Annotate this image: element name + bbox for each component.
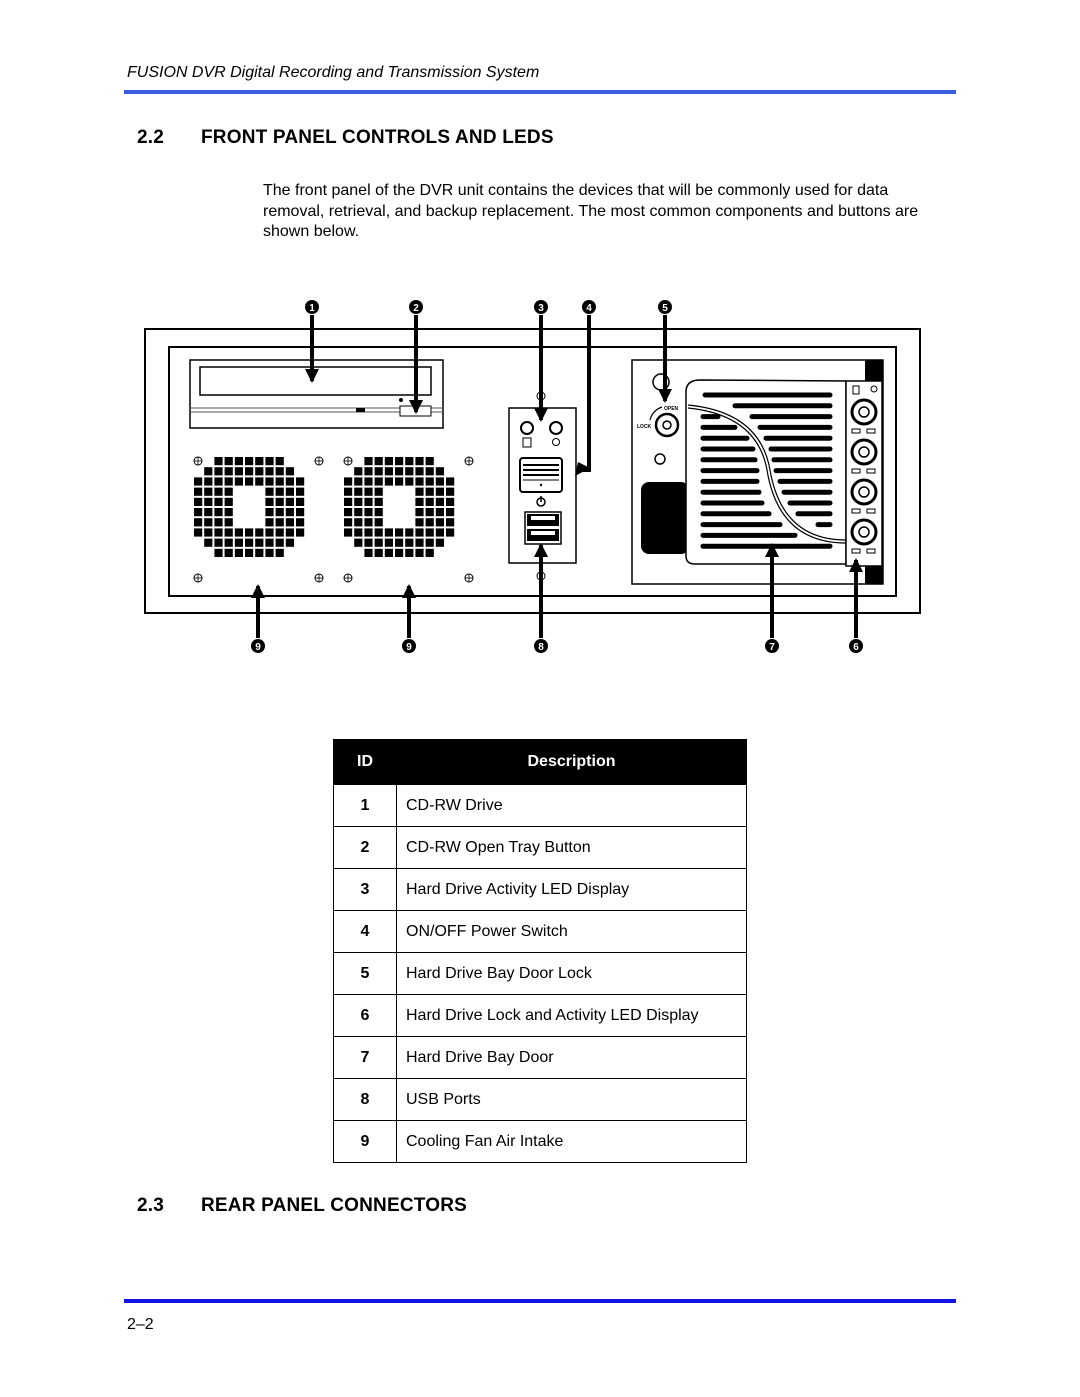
row-description: USB Ports [396, 1078, 747, 1121]
row-id: 2 [333, 826, 397, 869]
section-number: 2.2 [137, 127, 165, 148]
svg-text:1: 1 [309, 303, 315, 314]
front-panel-diagram: OPEN LOCK 1 2 3 4 5 9 9 8 7 6 [144, 300, 921, 653]
header-rule [124, 90, 956, 94]
svg-text:5: 5 [662, 303, 668, 314]
row-id: 4 [333, 910, 397, 953]
component-table: ID Description 1 CD-RW Drive 2 CD-RW Open T… [333, 739, 747, 1163]
svg-text:7: 7 [769, 642, 775, 653]
page-number: 2–2 [127, 1316, 154, 1333]
row-description: Cooling Fan Air Intake [396, 1120, 747, 1163]
callout-badge: 8 [534, 639, 548, 653]
running-header: FUSION DVR Digital Recording and Transmi… [127, 64, 540, 81]
table-row: 3 Hard Drive Activity LED Display [333, 868, 747, 911]
table-row: 4 ON/OFF Power Switch [333, 910, 747, 953]
table-row: 6 Hard Drive Lock and Activity LED Displa… [333, 994, 747, 1037]
row-description: Hard Drive Bay Door Lock [396, 952, 747, 995]
table-row: 1 CD-RW Drive [333, 784, 747, 827]
hdd-led [520, 421, 534, 435]
row-description: CD-RW Open Tray Button [396, 826, 747, 869]
row-description: Hard Drive Bay Door [396, 1036, 747, 1079]
row-id: 3 [333, 868, 397, 911]
lock-label: LOCK [637, 424, 652, 430]
section-heading-front-panel: 2.2 FRONT PANEL CONTROLS AND LEDS [137, 127, 554, 149]
section-heading-rear-panel: 2.3 REAR PANEL CONNECTORS [137, 1195, 467, 1217]
table-header-description: Description [396, 739, 747, 785]
row-id: 8 [333, 1078, 397, 1121]
row-id: 5 [333, 952, 397, 995]
callout-badge: 5 [658, 300, 672, 314]
svg-text:8: 8 [538, 642, 544, 653]
callout-badge: 3 [534, 300, 548, 314]
bay-door-lock [654, 412, 680, 438]
row-description: Hard Drive Activity LED Display [396, 868, 747, 911]
table-row: 5 Hard Drive Bay Door Lock [333, 952, 747, 995]
fan-grille-left [193, 456, 324, 583]
svg-text:3: 3 [538, 303, 544, 314]
callout-badge: 6 [849, 639, 863, 653]
row-description: CD-RW Drive [396, 784, 747, 827]
row-id: 9 [333, 1120, 397, 1163]
callout-badge: 2 [409, 300, 423, 314]
table-row: 8 USB Ports [333, 1078, 747, 1121]
svg-text:2: 2 [413, 303, 419, 314]
callout-badge: 9 [402, 639, 416, 653]
row-id: 7 [333, 1036, 397, 1079]
power-led [549, 421, 563, 435]
section-title: FRONT PANEL CONTROLS AND LEDS [201, 127, 554, 148]
callout-badge: 7 [765, 639, 779, 653]
svg-text:9: 9 [406, 642, 412, 653]
svg-text:6: 6 [853, 642, 859, 653]
svg-text:4: 4 [586, 303, 592, 314]
intro-paragraph: The front panel of the DVR unit contains… [263, 182, 919, 240]
callout-badge: 4 [582, 300, 596, 314]
fan-grille-right [343, 456, 474, 583]
section-number: 2.3 [137, 1195, 165, 1216]
table-row: 7 Hard Drive Bay Door [333, 1036, 747, 1079]
row-id: 6 [333, 994, 397, 1037]
callout-badge: 9 [251, 639, 265, 653]
callout-badge: 1 [305, 300, 319, 314]
row-description: ON/OFF Power Switch [396, 910, 747, 953]
section-title: REAR PANEL CONNECTORS [201, 1195, 468, 1216]
footer-rule [124, 1299, 956, 1303]
row-description: Hard Drive Lock and Activity LED Display [396, 994, 747, 1037]
open-label: OPEN [664, 406, 679, 412]
table-header-id: ID [333, 739, 397, 785]
table-row: 2 CD-RW Open Tray Button [333, 826, 747, 869]
row-id: 1 [333, 784, 397, 827]
table-row: 9 Cooling Fan Air Intake [333, 1120, 747, 1163]
svg-text:9: 9 [255, 642, 261, 653]
